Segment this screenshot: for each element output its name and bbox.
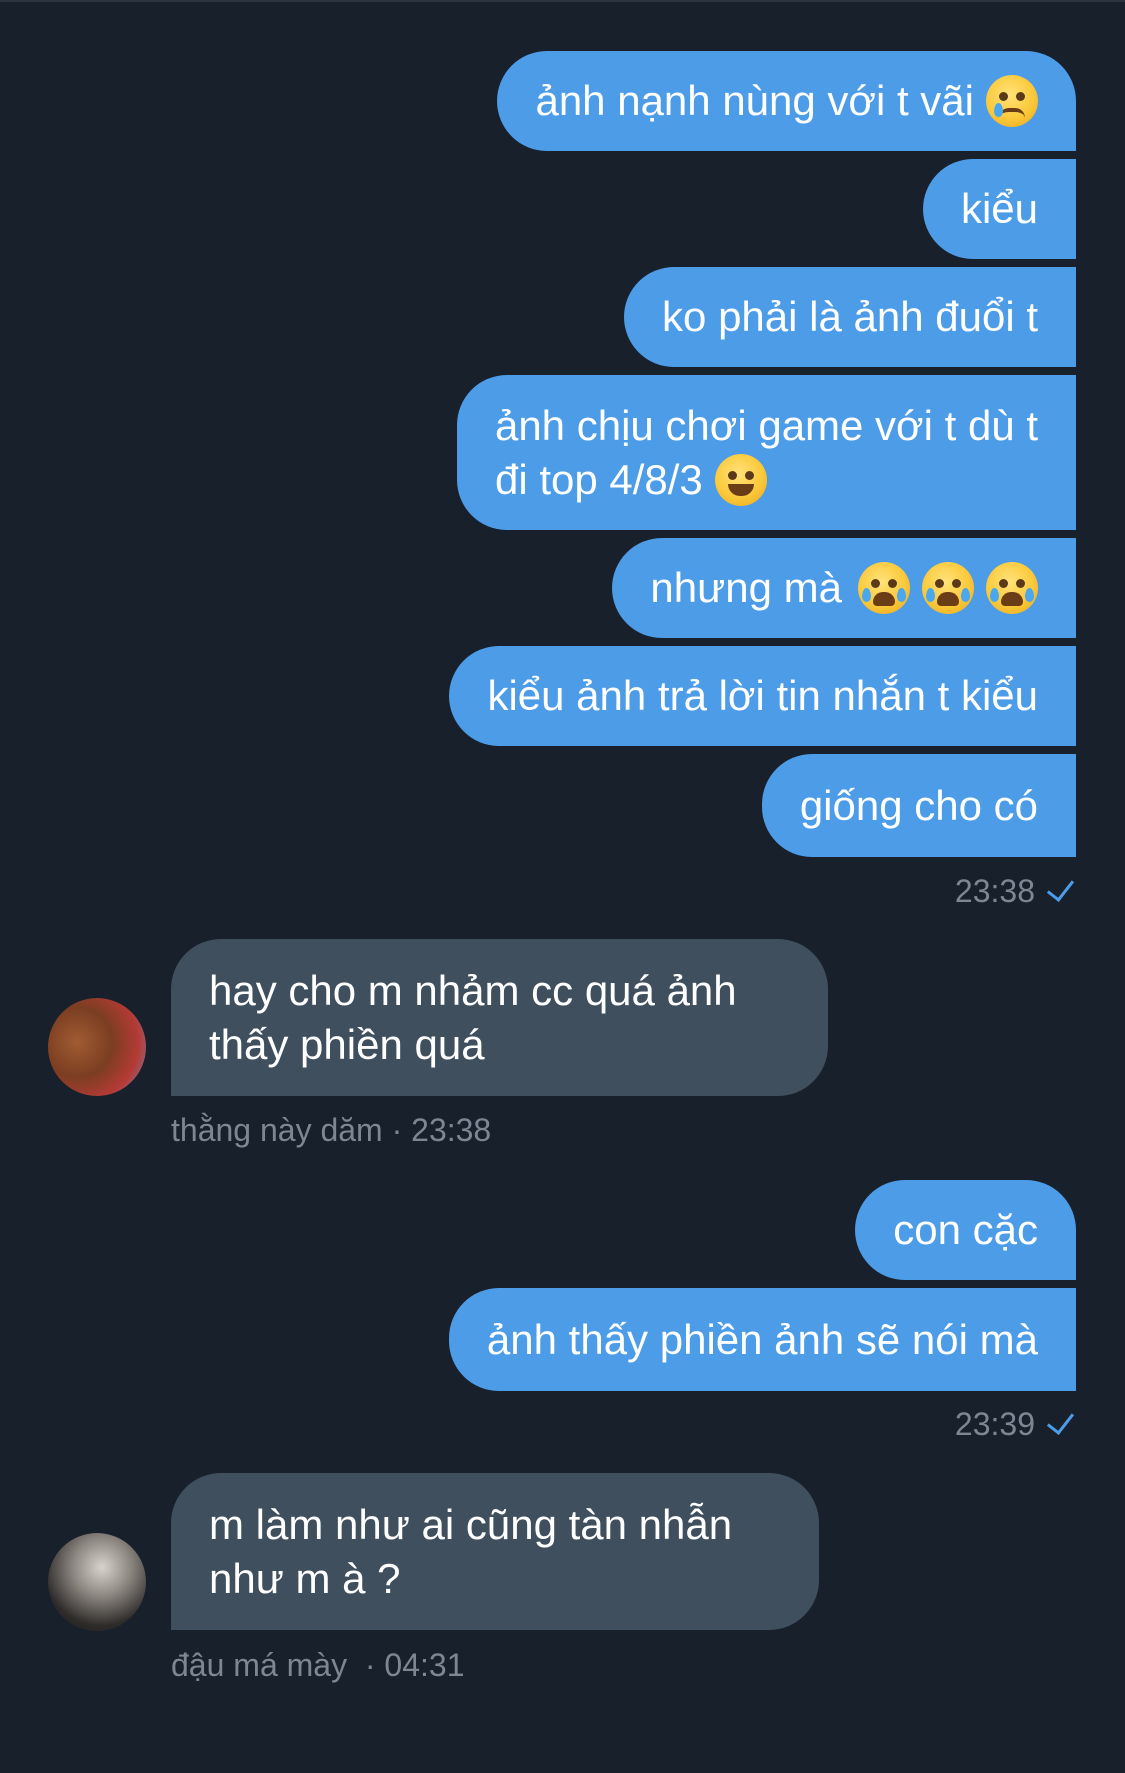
message-bubble-outgoing[interactable]: con cặc xyxy=(855,1180,1076,1280)
message-meta: thằng này dăm · 23:38 xyxy=(171,1110,491,1150)
message-text-line-2: như m à ? xyxy=(209,1554,401,1602)
message-timestamp: 23:38 xyxy=(411,1112,492,1148)
read-check-icon xyxy=(1046,873,1075,902)
message-text: con cặc xyxy=(893,1206,1038,1253)
message-text: kiểu ảnh trả lời tin nhắn t kiểu xyxy=(487,672,1038,719)
message-text-line-1: ảnh chịu chơi game với t dù t xyxy=(494,401,1038,449)
message-bubble-incoming[interactable]: m làm như ai cũng tàn nhẫn như m à ? xyxy=(171,1473,819,1630)
message-bubble-outgoing[interactable]: kiểu ảnh trả lời tin nhắn t kiểu xyxy=(449,646,1076,746)
message-text: ko phải là ảnh đuổi t xyxy=(662,293,1038,340)
loudly-crying-face-emoji-icon xyxy=(922,562,974,614)
message-text-line-2: thấy phiền quá xyxy=(209,1020,485,1068)
sender-name[interactable]: thằng này dăm xyxy=(171,1112,383,1148)
sender-name[interactable]: đậu má mày xyxy=(171,1647,347,1683)
message-bubble-outgoing[interactable]: ảnh nạnh nùng với t vãi xyxy=(497,51,1076,151)
loudly-crying-face-emoji-icon xyxy=(986,562,1038,614)
avatar[interactable] xyxy=(48,1533,146,1631)
message-text: nhưng mà xyxy=(650,564,842,611)
avatar[interactable] xyxy=(48,998,146,1096)
loudly-crying-face-emoji-icon xyxy=(858,562,910,614)
message-timestamp: 23:39 xyxy=(954,1406,1035,1442)
message-bubble-outgoing[interactable]: nhưng mà xyxy=(612,538,1076,638)
message-bubble-incoming[interactable]: hay cho m nhảm cc quá ảnh thấy phiền quá xyxy=(171,939,828,1096)
message-bubble-outgoing[interactable]: ko phải là ảnh đuổi t xyxy=(624,267,1076,367)
crying-face-emoji-icon xyxy=(986,75,1038,127)
message-line: nhưng mà xyxy=(650,561,1038,615)
message-text: ảnh thấy phiền ảnh sẽ nói mà xyxy=(486,1315,1038,1363)
message-timestamp: 23:38 xyxy=(954,873,1035,909)
message-bubble-outgoing[interactable]: giống cho có xyxy=(761,754,1076,857)
message-text-line-2: đi top 4/8/3 xyxy=(494,455,703,503)
message-line: ảnh nạnh nùng với t vãi xyxy=(535,74,1038,128)
message-bubble-outgoing[interactable]: ảnh thấy phiền ảnh sẽ nói mà xyxy=(448,1288,1076,1391)
top-divider xyxy=(0,0,1125,2)
message-text-line-1: m làm như ai cũng tàn nhẫn xyxy=(209,1500,733,1548)
meta-separator: · xyxy=(391,1112,403,1148)
message-bubble-outgoing[interactable]: ảnh chịu chơi game với t dù t đi top 4/8… xyxy=(456,375,1076,530)
message-line: đi top 4/8/3 xyxy=(495,453,767,507)
message-text-line-1: hay cho m nhảm cc quá ảnh xyxy=(209,966,737,1014)
meta-separator: · xyxy=(364,1647,376,1683)
message-bubble-outgoing[interactable]: kiểu xyxy=(922,159,1076,259)
read-check-icon xyxy=(1046,1406,1075,1435)
message-text: giống cho có xyxy=(799,781,1038,829)
message-text: kiểu xyxy=(960,185,1038,232)
grinning-face-emoji-icon xyxy=(714,453,767,506)
message-meta: đậu má mày · 04:31 xyxy=(171,1645,464,1685)
message-timestamp: 04:31 xyxy=(384,1647,465,1683)
message-text: ảnh nạnh nùng với t vãi xyxy=(535,77,974,124)
